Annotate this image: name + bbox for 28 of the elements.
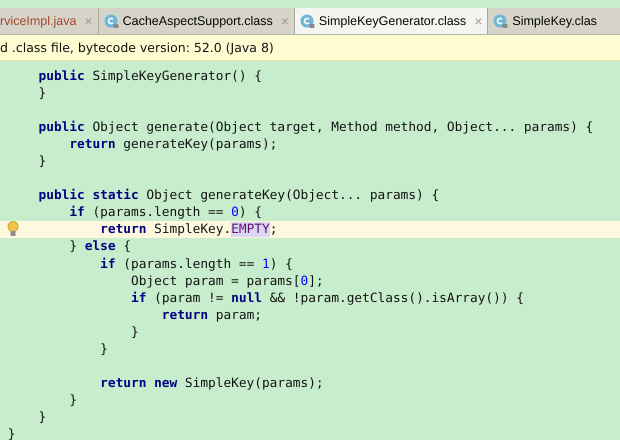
code-line: } — [38, 86, 46, 102]
code-line: } — [8, 426, 16, 440]
code-line: } — [130, 324, 139, 340]
editor-tab[interactable]: rviceImpl.java × — [0, 8, 99, 34]
close-icon[interactable]: × — [474, 13, 482, 29]
code-line: public Object generate(Object target, Method method, Object... params) { — [38, 120, 594, 136]
code-line: if (params.length == 0) { — [68, 205, 262, 220]
editor-tab[interactable]: SimpleKeyGenerator.class × — [294, 8, 488, 34]
code-line: } — [38, 154, 46, 170]
code-line: } — [38, 410, 46, 425]
code-line: } else { — [68, 239, 132, 254]
class-file-icon — [493, 14, 508, 28]
class-file-icon — [300, 14, 315, 28]
code-line: return param; — [160, 308, 262, 323]
banner-text: d .class file, bytecode version: 52.0 (Java 8) — [0, 40, 274, 55]
code-line: public SimpleKeyGenerator() { — [38, 69, 262, 84]
code-line: Object param = params[0]; — [130, 274, 324, 289]
editor-tab[interactable]: SimpleKey.clas — [488, 8, 597, 34]
code-line: } — [68, 392, 78, 408]
code-line: } — [99, 342, 108, 357]
code-line: if (param != null && !param.getClass().isArray()) { — [130, 290, 524, 306]
code-line: public static Object generateKey(Object... params) { — [38, 188, 440, 204]
editor-tab[interactable]: CacheAspectSupport.class × — [98, 8, 295, 34]
code-line: if (params.length == 1) { — [99, 256, 293, 272]
code-line: return new SimpleKey(params); — [99, 376, 324, 391]
code-line: return generateKey(params); — [68, 137, 278, 152]
class-file-icon — [104, 14, 119, 28]
lightbulb-icon[interactable] — [7, 221, 19, 238]
